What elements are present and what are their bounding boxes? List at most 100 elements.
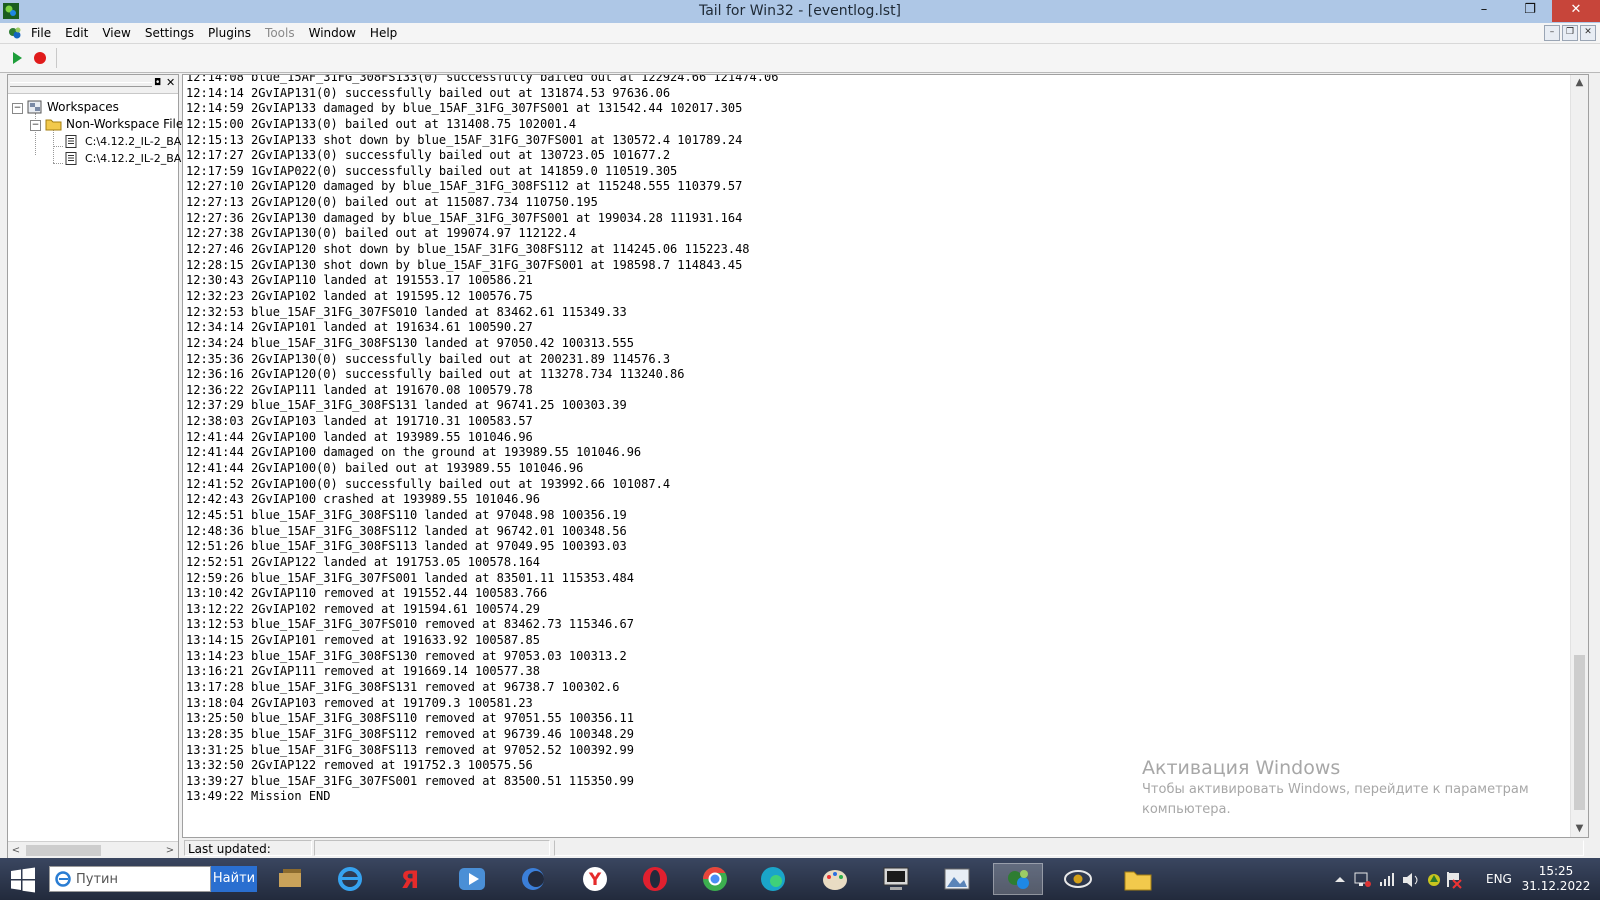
taskbar-app-ccleaner[interactable] bbox=[508, 863, 558, 895]
search-button[interactable]: Найти bbox=[211, 866, 257, 892]
media-player-icon bbox=[459, 868, 485, 890]
expand-folder-icon[interactable]: − bbox=[30, 120, 41, 131]
chrome-icon bbox=[703, 867, 727, 891]
yandex-icon: Я bbox=[401, 866, 419, 894]
log-line: 12:36:16 2GvIAP120(0) successfully baile… bbox=[186, 367, 685, 382]
tree-label-file-2: C:\4.12.2_IL-2_BA bbox=[85, 152, 182, 165]
menu-file[interactable]: File bbox=[24, 25, 58, 41]
log-line: 12:14:59 2GvIAP133 damaged by blue_15AF_… bbox=[186, 101, 743, 116]
log-line: 12:27:13 2GvIAP120(0) bailed out at 1150… bbox=[186, 195, 598, 210]
scroll-left-arrow[interactable]: < bbox=[8, 842, 24, 859]
log-line: 12:35:36 2GvIAP130(0) successfully baile… bbox=[186, 351, 671, 366]
mdi-minimize-button[interactable]: – bbox=[1544, 25, 1560, 41]
log-line: 12:32:23 2GvIAP102 landed at 191595.12 1… bbox=[186, 288, 533, 303]
taskbar-app-yandex[interactable]: Я bbox=[385, 863, 435, 895]
taskbar-app-internet-explorer[interactable] bbox=[325, 863, 375, 895]
taskbar-app-edge[interactable] bbox=[748, 863, 798, 895]
minimize-button[interactable]: – bbox=[1464, 0, 1504, 22]
menu-view[interactable]: View bbox=[95, 25, 137, 41]
menu-edit[interactable]: Edit bbox=[58, 25, 95, 41]
folder-icon bbox=[45, 119, 62, 131]
mdi-close-button[interactable]: ✕ bbox=[1580, 25, 1596, 41]
clock-date: 31.12.2022 bbox=[1521, 879, 1591, 893]
document-icon bbox=[65, 152, 77, 165]
log-line: 12:59:26 blue_15AF_31FG_307FS001 landed … bbox=[186, 570, 634, 585]
taskbar-app-tail-app[interactable] bbox=[993, 863, 1043, 895]
language-indicator[interactable]: ENG bbox=[1486, 872, 1512, 886]
log-line: 12:14:14 2GvIAP131(0) successfully baile… bbox=[186, 85, 671, 100]
play-icon[interactable] bbox=[9, 50, 25, 66]
tree-label-non-workspace: Non-Workspace File bbox=[66, 117, 184, 131]
log-line: 12:28:15 2GvIAP130 shot down by blue_15A… bbox=[186, 257, 743, 272]
taskbar-app-explorer-folder[interactable] bbox=[1113, 863, 1163, 895]
system-tray bbox=[1335, 872, 1462, 889]
mdi-restore-button[interactable]: ❐ bbox=[1562, 25, 1578, 41]
expand-workspaces-icon[interactable]: − bbox=[12, 103, 23, 114]
log-vertical-scrollbar[interactable]: ▲ ▼ bbox=[1570, 75, 1588, 837]
windows-start-icon[interactable] bbox=[10, 867, 36, 893]
tree-label-workspaces: Workspaces bbox=[47, 100, 119, 114]
pane-close-icon[interactable]: ✕ bbox=[166, 77, 176, 89]
taskbar-app-photo-viewer[interactable] bbox=[932, 863, 982, 895]
scroll-up-arrow[interactable]: ▲ bbox=[1571, 75, 1588, 91]
menu-settings[interactable]: Settings bbox=[138, 25, 201, 41]
menu-plugins[interactable]: Plugins bbox=[201, 25, 258, 41]
menu-window[interactable]: Window bbox=[302, 25, 363, 41]
maximize-button[interactable]: ❐ bbox=[1510, 0, 1550, 22]
log-line: 12:17:59 1GvIAP022(0) successfully baile… bbox=[186, 163, 678, 178]
taskbar: Найти Я Y ENG 15:25 31.12.2022 bbox=[0, 858, 1600, 900]
log-line: 12:14:08 blue_15AF_31FG_308FS133(0) succ… bbox=[186, 74, 779, 84]
toolbar bbox=[0, 44, 1600, 73]
menu-help[interactable]: Help bbox=[363, 25, 404, 41]
taskbar-app-chrome[interactable] bbox=[690, 863, 740, 895]
scroll-right-arrow[interactable]: > bbox=[162, 842, 178, 859]
pin-icon[interactable]: ◘ bbox=[154, 78, 164, 88]
log-line: 13:32:50 2GvIAP122 removed at 191752.3 1… bbox=[186, 758, 533, 773]
taskbar-app-paint[interactable] bbox=[810, 863, 860, 895]
explorer-folder-icon bbox=[1124, 871, 1152, 891]
paint-icon bbox=[823, 870, 847, 890]
log-line: 13:14:15 2GvIAP101 removed at 191633.92 … bbox=[186, 633, 541, 648]
taskbar-app-computer[interactable] bbox=[870, 863, 920, 895]
taskbar-app-eye[interactable] bbox=[1053, 863, 1103, 895]
scroll-down-arrow[interactable]: ▼ bbox=[1571, 821, 1588, 837]
taskbar-app-yandex-browser[interactable]: Y bbox=[570, 863, 620, 895]
scroll-thumb[interactable] bbox=[1574, 655, 1585, 810]
close-button[interactable]: ✕ bbox=[1552, 0, 1600, 22]
clock-time: 15:25 bbox=[1538, 864, 1574, 878]
taskbar-app-opera[interactable] bbox=[630, 863, 680, 895]
pane-grip[interactable] bbox=[10, 82, 152, 87]
log-line: 13:39:27 blue_15AF_31FG_307FS001 removed… bbox=[186, 773, 634, 788]
scroll-thumb[interactable] bbox=[26, 845, 101, 856]
log-line: 12:37:29 blue_15AF_31FG_308FS131 landed … bbox=[186, 398, 627, 413]
log-line: 12:34:14 2GvIAP101 landed at 191634.61 1… bbox=[186, 320, 533, 335]
log-line: 12:48:36 blue_15AF_31FG_308FS112 landed … bbox=[186, 523, 627, 538]
workspace-horizontal-scrollbar[interactable]: < > bbox=[8, 841, 178, 859]
tail-document-icon[interactable] bbox=[7, 25, 23, 41]
log-line: 12:52:51 2GvIAP122 landed at 191753.05 1… bbox=[186, 554, 541, 569]
window-title: Tail for Win32 - [eventlog.lst] bbox=[698, 3, 902, 19]
eye-icon bbox=[1064, 870, 1092, 888]
log-line: 12:27:10 2GvIAP120 damaged by blue_15AF_… bbox=[186, 179, 743, 194]
activation-watermark: Активация Windows Чтобы активировать Win… bbox=[1142, 756, 1542, 820]
workspace-icon bbox=[27, 100, 42, 114]
log-line: 13:49:22 Mission END bbox=[186, 789, 331, 804]
taskbar-clock[interactable]: 15:25 31.12.2022 bbox=[1520, 864, 1592, 894]
menu-tools: Tools bbox=[265, 26, 295, 40]
log-line: 13:17:28 blue_15AF_31FG_308FS131 removed… bbox=[186, 679, 620, 694]
menu-bar: File Edit View Settings Plugins Tools Wi… bbox=[0, 23, 1600, 44]
ccleaner-icon bbox=[522, 868, 544, 890]
log-line: 12:30:43 2GvIAP110 landed at 191553.17 1… bbox=[186, 273, 533, 288]
stop-record-icon[interactable] bbox=[32, 50, 48, 66]
taskbar-app-media-player[interactable] bbox=[447, 863, 497, 895]
log-line: 12:15:13 2GvIAP133 shot down by blue_15A… bbox=[186, 132, 743, 147]
internet-explorer-icon bbox=[55, 871, 71, 887]
watermark-subtitle: Чтобы активировать Windows, перейдите к … bbox=[1142, 782, 1529, 817]
photo-viewer-icon bbox=[944, 868, 970, 890]
log-view[interactable]: 12:14:08 blue_15AF_31FG_308FS133(0) succ… bbox=[182, 74, 1589, 838]
search-input[interactable] bbox=[76, 870, 206, 888]
log-line: 13:12:53 blue_15AF_31FG_307FS010 removed… bbox=[186, 617, 634, 632]
log-line: 12:36:22 2GvIAP111 landed at 191670.08 1… bbox=[186, 382, 533, 397]
taskbar-app-file-manager[interactable] bbox=[265, 863, 315, 895]
log-line: 13:28:35 blue_15AF_31FG_308FS112 removed… bbox=[186, 726, 634, 741]
